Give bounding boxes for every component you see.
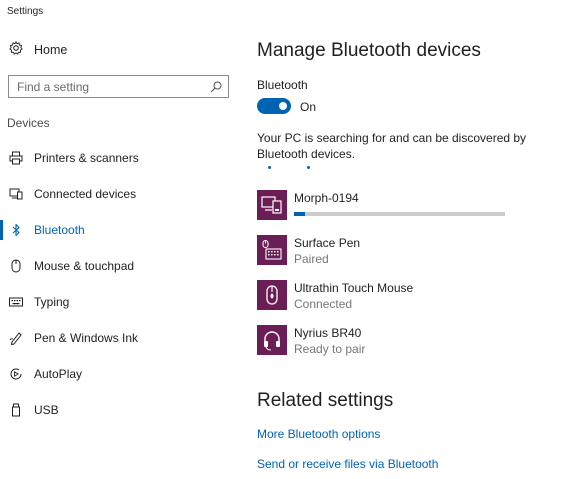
printer-icon [8, 150, 24, 166]
sidebar-item-label: Pen & Windows Ink [34, 331, 139, 345]
bluetooth-toggle-label: Bluetooth [257, 78, 308, 92]
sidebar-item-label: Typing [34, 295, 70, 309]
sidebar-item-label: Mouse & touchpad [34, 259, 135, 273]
sidebar-item-label: AutoPlay [34, 367, 83, 381]
sidebar-item-bluetooth[interactable]: Bluetooth [0, 218, 235, 242]
mouse-icon [8, 258, 24, 274]
send-receive-files-link[interactable]: Send or receive files via Bluetooth [257, 457, 438, 471]
searching-dot [307, 166, 310, 169]
sidebar-item-label: Bluetooth [34, 223, 85, 237]
mouse-icon [257, 280, 287, 310]
searching-dot [268, 166, 271, 169]
related-settings-heading: Related settings [257, 390, 394, 411]
device-name: Nyrius BR40 [294, 326, 362, 340]
home-label: Home [34, 43, 68, 57]
search-input[interactable] [17, 79, 210, 94]
keyboard-icon [8, 294, 24, 310]
more-bluetooth-options-link[interactable]: More Bluetooth options [257, 427, 380, 441]
pairing-progress-fill [294, 212, 305, 216]
sidebar-item-autoplay[interactable]: AutoPlay [0, 362, 235, 386]
page-title: Manage Bluetooth devices [257, 40, 481, 61]
pc-phone-icon [257, 190, 287, 220]
device-item-morph-0194[interactable]: Morph-0194 [257, 190, 557, 226]
sidebar-home[interactable]: Home [9, 40, 67, 60]
sidebar-item-pen-windows-ink[interactable]: Pen & Windows Ink [0, 326, 235, 350]
sidebar-item-printers-scanners[interactable]: Printers & scanners [0, 146, 235, 170]
headset-icon [257, 325, 287, 355]
gear-icon [9, 40, 23, 60]
window-title: Settings [7, 6, 44, 17]
device-status: Ready to pair [294, 342, 366, 356]
sidebar-item-connected-devices[interactable]: Connected devices [0, 182, 235, 206]
device-status: Connected [294, 297, 353, 311]
sidebar-item-label: Connected devices [34, 187, 137, 201]
device-item-surface-pen[interactable]: Surface Pen Paired [257, 235, 557, 271]
device-name: Morph-0194 [294, 191, 359, 205]
sidebar-item-label: USB [34, 403, 59, 417]
usb-icon [8, 402, 24, 418]
sidebar-item-typing[interactable]: Typing [0, 290, 235, 314]
section-heading-devices: Devices [7, 116, 50, 130]
bluetooth-toggle[interactable] [257, 98, 291, 114]
bluetooth-icon [8, 222, 24, 238]
connected-devices-icon [8, 186, 24, 202]
sidebar-item-mouse-touchpad[interactable]: Mouse & touchpad [0, 254, 235, 278]
pairing-progress-bar [294, 212, 505, 216]
pen-keyboard-icon [257, 235, 287, 265]
search-box[interactable] [8, 75, 229, 98]
device-item-ultrathin-touch-mouse[interactable]: Ultrathin Touch Mouse Connected [257, 280, 557, 316]
discovery-description: Your PC is searching for and can be disc… [257, 131, 527, 161]
device-name: Ultrathin Touch Mouse [294, 281, 414, 295]
sidebar-item-label: Printers & scanners [34, 151, 139, 165]
pen-icon [8, 330, 24, 346]
autoplay-icon [8, 366, 24, 382]
device-name: Surface Pen [294, 236, 361, 250]
device-item-nyrius-br40[interactable]: Nyrius BR40 Ready to pair [257, 325, 557, 361]
device-status: Paired [294, 252, 329, 266]
toggle-state-label: On [300, 100, 317, 114]
search-icon[interactable] [210, 81, 222, 93]
sidebar-item-usb[interactable]: USB [0, 398, 235, 422]
selection-indicator [0, 220, 3, 240]
toggle-knob [279, 102, 287, 110]
